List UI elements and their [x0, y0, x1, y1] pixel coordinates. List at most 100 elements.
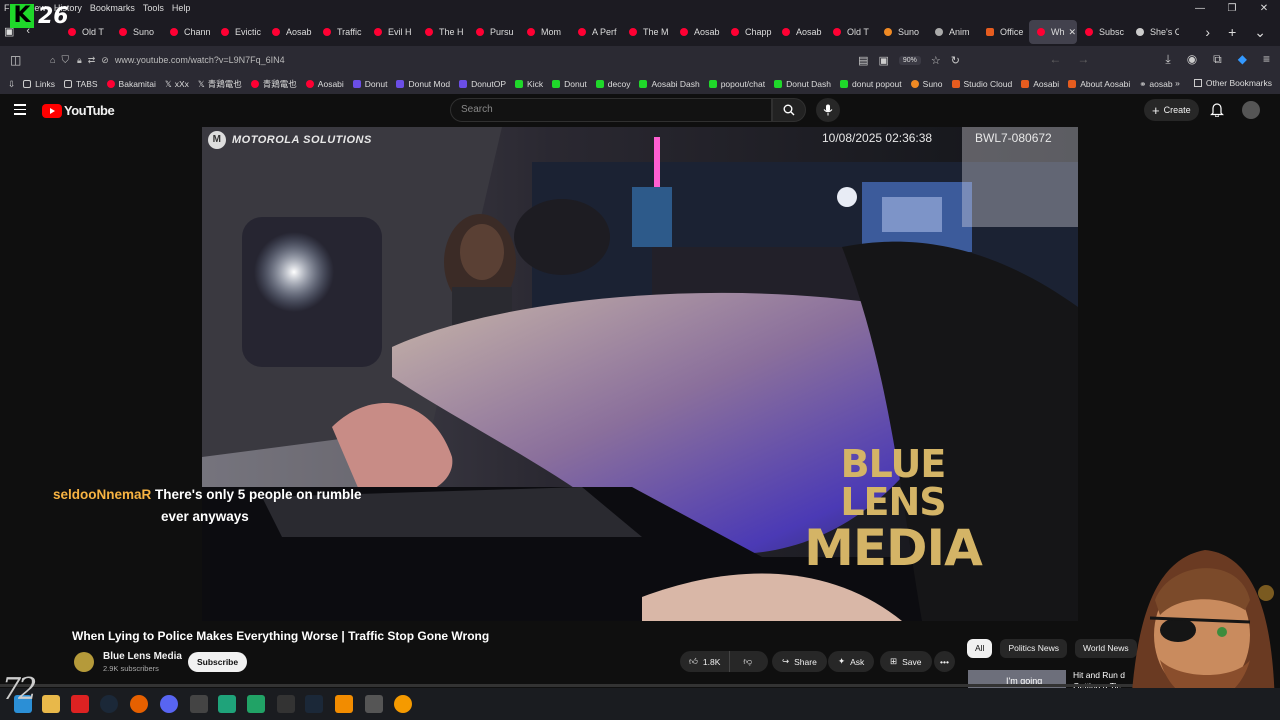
discord-icon[interactable]	[160, 695, 178, 713]
browser-tab[interactable]: Suno	[876, 20, 927, 44]
tool-icon[interactable]	[277, 695, 295, 713]
bookmark-item[interactable]: Bakamitai	[106, 79, 156, 89]
like-button[interactable]: 👍︎ 1.8K	[680, 651, 731, 672]
bookmark-item[interactable]: Donut Dash	[774, 79, 831, 89]
overflow-chevron-icon[interactable]: »	[1175, 78, 1180, 88]
subscribe-button[interactable]: Subscribe	[188, 652, 248, 672]
save-button[interactable]: ⊞ Save	[880, 651, 932, 672]
screenshot-icon[interactable]: ▣	[878, 54, 888, 67]
bookmark-item[interactable]: 青鶏電也	[250, 78, 297, 90]
bookmark-item[interactable]: Studio Cloud	[951, 79, 1012, 89]
browser-tab[interactable]: Traffic	[315, 20, 366, 44]
browser-tab[interactable]: Subsc	[1077, 20, 1128, 44]
bookmark-item[interactable]: ⚭ aosab	[1139, 79, 1172, 90]
firefox-icon[interactable]	[130, 695, 148, 713]
bookmark-item[interactable]: Aosabi	[305, 79, 344, 89]
bookmark-item[interactable]: 𝕏 青鶏電也	[198, 78, 242, 90]
notifications-button[interactable]	[1210, 102, 1224, 122]
bookmark-item[interactable]: popout/chat	[708, 79, 765, 89]
menu-tools[interactable]: Tools	[143, 2, 164, 14]
sidebar-toggle-icon[interactable]: ◫	[10, 53, 21, 67]
minimize-icon[interactable]: —	[1184, 0, 1216, 18]
bookmark-item[interactable]: decoy	[595, 79, 630, 89]
browser-tab[interactable]: The H	[417, 20, 468, 44]
file-explorer-icon[interactable]	[42, 695, 60, 713]
extension-icon[interactable]: ◆	[1238, 52, 1247, 67]
dislike-button[interactable]: 👎︎	[735, 656, 760, 667]
browser-tab[interactable]: Aosab	[672, 20, 723, 44]
menu-help[interactable]: Help	[172, 2, 191, 14]
bookmark-item[interactable]: donut popout	[840, 79, 902, 89]
bookmark-item[interactable]: Donut	[552, 79, 587, 89]
new-tab-icon[interactable]: +	[1228, 24, 1236, 41]
bookmark-item[interactable]: Suno	[910, 79, 943, 89]
browser-tab[interactable]: Chann	[162, 20, 213, 44]
reader-view-icon[interactable]: ▤	[858, 54, 868, 67]
close-tab-icon[interactable]: ✕	[1069, 27, 1077, 38]
other-bookmarks[interactable]: » Other Bookmarks	[1175, 78, 1272, 88]
bookmark-item[interactable]: Aosabi	[1021, 79, 1059, 89]
browser-tab[interactable]: Mom	[519, 20, 570, 44]
shield-icon[interactable]: ⛉	[61, 55, 69, 66]
vlc-icon[interactable]	[335, 695, 353, 713]
downloads-icon[interactable]: ⤓	[1165, 52, 1170, 67]
reload-icon[interactable]: ↻	[951, 54, 960, 67]
video-player[interactable]: M MOTOROLA SOLUTIONS 10/08/2025 02:36:38…	[202, 127, 1078, 621]
steam-icon[interactable]	[305, 695, 323, 713]
browser-tab[interactable]: The M	[621, 20, 672, 44]
home-icon[interactable]: ⌂	[50, 55, 55, 65]
search-button[interactable]	[772, 98, 806, 122]
voice-search-button[interactable]	[816, 98, 840, 122]
browser-tab-active[interactable]: Wh ✕	[1029, 20, 1077, 44]
list-all-tabs-icon[interactable]: ⌄	[1254, 24, 1266, 41]
lock-icon[interactable]: 🔒︎	[77, 55, 82, 66]
create-button[interactable]: + Create	[1144, 99, 1199, 121]
browser-tab[interactable]: Suno	[111, 20, 162, 44]
app-news-icon[interactable]	[71, 695, 89, 713]
url-text[interactable]: www.youtube.com/watch?v=L9N7Fq_6IN4	[115, 55, 285, 65]
bookmark-item[interactable]: ⇩ Links	[8, 79, 55, 90]
chat-app-icon[interactable]	[218, 695, 236, 713]
account-icon[interactable]: ◉	[1187, 52, 1197, 67]
chip-all[interactable]: All	[967, 639, 993, 658]
spreadsheet-icon[interactable]	[247, 695, 265, 713]
bookmark-item[interactable]: About Aosabi	[1068, 79, 1130, 89]
browser-tab[interactable]: Aosab	[774, 20, 825, 44]
search-input[interactable]: Search	[450, 98, 772, 122]
close-window-icon[interactable]: ✕	[1248, 0, 1280, 18]
browser-tab[interactable]: Aosab	[264, 20, 315, 44]
bookmark-item[interactable]: Kick	[515, 79, 543, 89]
zoom-level[interactable]: 90%	[898, 55, 921, 65]
game-app-icon[interactable]	[365, 695, 383, 713]
share-button[interactable]: ↪ Share	[772, 651, 827, 672]
permissions-icon[interactable]: ⇄	[88, 55, 96, 66]
browser-tab[interactable]: Chapp	[723, 20, 774, 44]
browser-tab[interactable]: Anim	[927, 20, 978, 44]
youtube-logo[interactable]: YouTube	[42, 103, 115, 118]
bookmark-item[interactable]: Donut	[352, 79, 387, 89]
browser-tab[interactable]: Evil H	[366, 20, 417, 44]
hamburger-menu-icon[interactable]	[14, 104, 26, 118]
bookmark-item[interactable]: 𝕏xXx	[165, 79, 189, 90]
search-app-icon[interactable]	[394, 695, 412, 713]
bookmark-item[interactable]: DonutOP	[459, 79, 506, 89]
channel-avatar[interactable]	[74, 652, 94, 672]
bookmark-item[interactable]: Aosabi Dash	[639, 79, 700, 89]
browser-tab[interactable]: Pursu	[468, 20, 519, 44]
extensions-icon[interactable]: ⧉	[1213, 52, 1222, 67]
forward-icon[interactable]: →	[1077, 52, 1089, 67]
ask-button[interactable]: ✦ Ask	[828, 651, 875, 672]
address-bar[interactable]: ⌂ ⛉ 🔒︎ ⇄ ⊘ www.youtube.com/watch?v=L9N7F…	[50, 50, 960, 70]
back-icon[interactable]: ←	[1049, 52, 1061, 67]
app-menu-icon[interactable]: ≡	[1263, 52, 1270, 67]
steam-icon[interactable]	[100, 695, 118, 713]
browser-tab[interactable]: Evictic	[213, 20, 264, 44]
blocked-icon[interactable]: ⊘	[101, 55, 109, 66]
bookmark-item[interactable]: TABS	[63, 79, 98, 89]
browser-tab[interactable]: Office	[978, 20, 1029, 44]
scroll-tabs-right-icon[interactable]: ›	[1205, 24, 1210, 41]
account-avatar[interactable]	[1242, 101, 1260, 119]
chip-politics-news[interactable]: Politics News	[1000, 639, 1067, 658]
browser-tab[interactable]: A Perf	[570, 20, 621, 44]
channel-name[interactable]: Blue Lens Media	[103, 651, 182, 662]
